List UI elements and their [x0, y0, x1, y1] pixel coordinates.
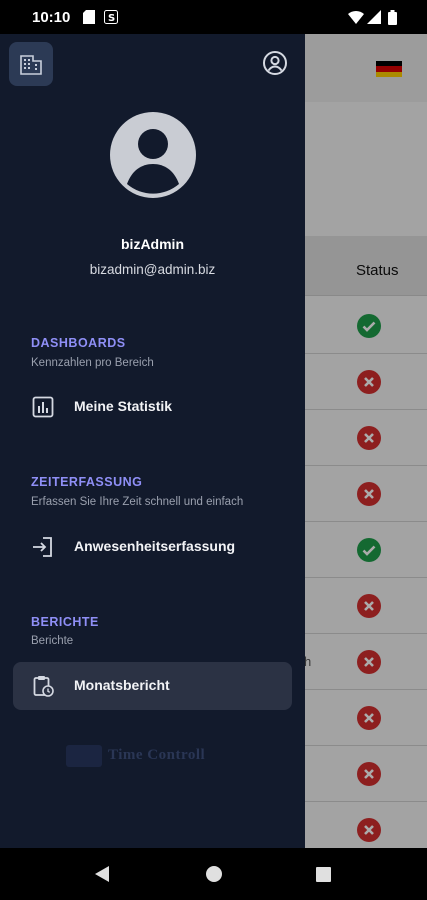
- user-email: bizadmin@admin.biz: [89, 262, 216, 277]
- login-icon: [32, 536, 54, 558]
- navigation-drawer: bizAdmin bizadmin@admin.biz DASHBOARDS K…: [0, 34, 305, 848]
- s-app-icon: S: [104, 10, 118, 29]
- section-subtitle-berichte: Berichte: [31, 635, 74, 647]
- home-icon[interactable]: [206, 866, 222, 887]
- chart-icon: [32, 396, 54, 418]
- user-name: bizAdmin: [121, 236, 184, 252]
- nav-item-monatsbericht[interactable]: Monatsbericht: [13, 662, 292, 710]
- user-avatar-icon: [110, 112, 196, 198]
- sd-card-icon: [83, 10, 95, 29]
- report-clipboard-icon: [32, 675, 54, 697]
- nav-item-label: Monatsbericht: [74, 677, 170, 693]
- section-title-berichte: BERICHTE: [31, 615, 99, 629]
- section-subtitle-dashboards: Kennzahlen pro Bereich: [31, 357, 154, 369]
- recents-icon[interactable]: [316, 867, 331, 887]
- nav-item-label: Anwesenheitserfassung: [74, 538, 236, 554]
- section-title-dashboards: DASHBOARDS: [31, 336, 126, 350]
- nav-item-meine-statistik[interactable]: Meine Statistik: [13, 383, 292, 431]
- nav-item-label: Meine Statistik: [74, 398, 173, 414]
- svg-text:S: S: [108, 13, 115, 24]
- section-title-zeiterfassung: ZEITERFASSUNG: [31, 475, 143, 489]
- nav-item-anwesenheitserfassung[interactable]: Anwesenheitserfassung: [13, 523, 292, 571]
- brand-logo-text: Time Controll: [108, 747, 206, 763]
- system-navigation-bar: [0, 848, 427, 900]
- account-circle-icon[interactable]: [262, 50, 288, 76]
- battery-icon: [388, 10, 397, 30]
- organization-button[interactable]: [9, 42, 53, 86]
- brand-logo-mark: [66, 745, 102, 767]
- status-time: 10:10: [32, 9, 71, 26]
- back-icon[interactable]: [95, 866, 109, 887]
- cell-signal-icon: [367, 10, 381, 29]
- building-icon: [20, 55, 42, 75]
- status-bar: 10:10 S: [0, 0, 427, 34]
- section-subtitle-zeiterfassung: Erfassen Sie Ihre Zeit schnell und einfa…: [31, 496, 244, 508]
- wifi-icon: [348, 10, 364, 29]
